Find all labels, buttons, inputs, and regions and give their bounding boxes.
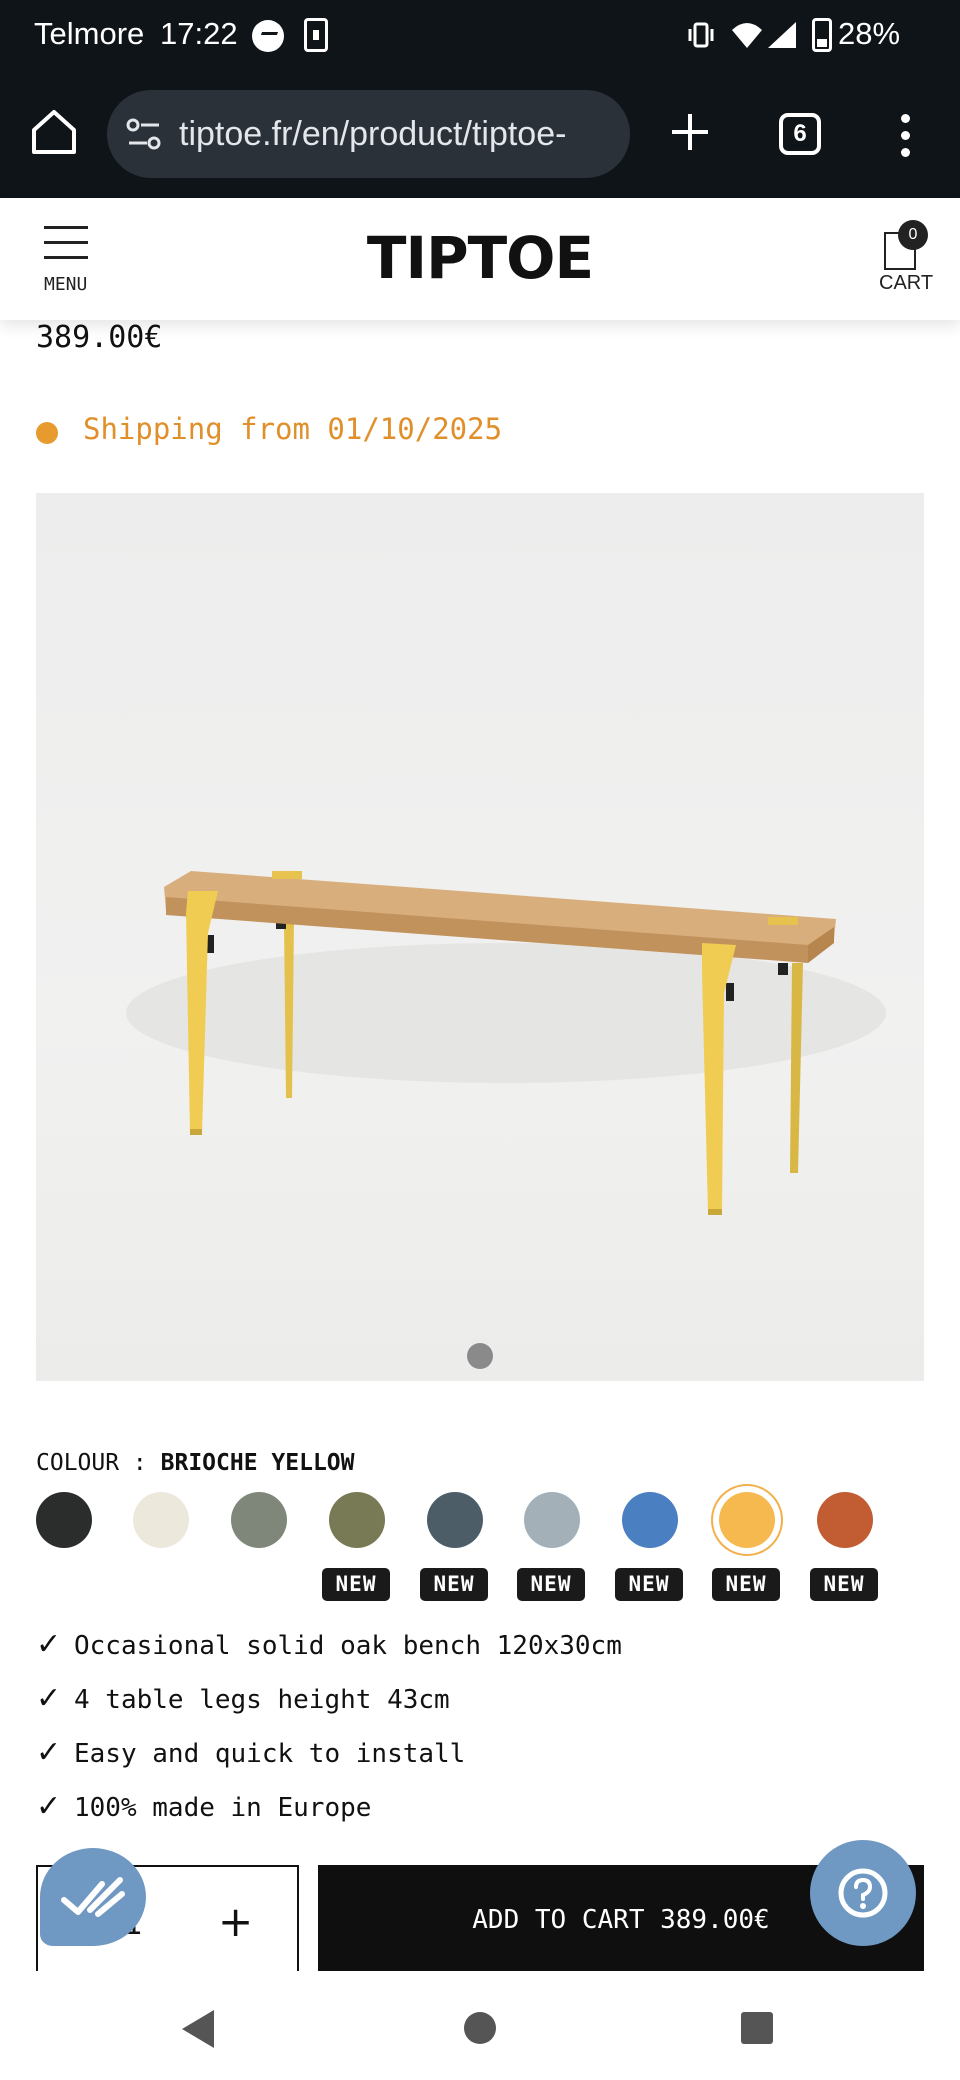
bench-illustration bbox=[126, 871, 886, 1215]
signal-icon bbox=[768, 22, 796, 48]
site-logo[interactable]: TIPTOE bbox=[0, 224, 960, 292]
feature-item: ✓ Occasional solid oak bench 120x30cm bbox=[36, 1627, 622, 1662]
messenger-icon bbox=[252, 20, 284, 52]
url-text: tiptoe.fr/en/product/tiptoe- bbox=[179, 115, 567, 153]
battery-icon bbox=[812, 18, 832, 52]
new-badge: NEW bbox=[810, 1568, 878, 1601]
check-icon: ✓ bbox=[36, 1735, 62, 1770]
recents-icon[interactable] bbox=[741, 2012, 773, 2044]
check-icon: ✓ bbox=[36, 1681, 62, 1716]
system-navigation-bar bbox=[0, 1971, 960, 2080]
cart-label: CART bbox=[879, 272, 934, 294]
more-options-icon[interactable] bbox=[896, 114, 914, 158]
feature-list: ✓ Occasional solid oak bench 120x30cm ✓ 4 … bbox=[36, 1627, 622, 1843]
browser-toolbar: tiptoe.fr/en/product/tiptoe- 6 bbox=[0, 72, 960, 198]
wifi-icon bbox=[732, 23, 762, 48]
colour-swatch-black[interactable] bbox=[36, 1492, 92, 1548]
battery-percent: 28% bbox=[838, 16, 901, 51]
feature-item: ✓ 4 table legs height 43cm bbox=[36, 1681, 450, 1716]
reviews-widget-button[interactable] bbox=[40, 1848, 146, 1946]
product-price: 389.00€ bbox=[36, 320, 163, 355]
new-badge: NEW bbox=[420, 1568, 488, 1601]
feature-item: ✓ 100% made in Europe bbox=[36, 1789, 372, 1824]
feature-item: ✓ Easy and quick to install bbox=[36, 1735, 466, 1770]
colour-swatch-slate[interactable] bbox=[427, 1492, 483, 1548]
double-check-icon bbox=[61, 1877, 125, 1917]
shipping-status-dot bbox=[36, 422, 58, 444]
colour-label: COLOUR : BRIOCHE YELLOW bbox=[36, 1450, 355, 1476]
new-badge: NEW bbox=[322, 1568, 390, 1601]
shipping-text: Shipping from 01/10/2025 bbox=[83, 412, 503, 446]
colour-swatch-cream[interactable] bbox=[133, 1492, 189, 1548]
new-badge: NEW bbox=[517, 1568, 585, 1601]
colour-swatch-blue[interactable] bbox=[622, 1492, 678, 1548]
back-icon[interactable] bbox=[182, 2010, 214, 2048]
cart-button[interactable]: 0 CART bbox=[878, 220, 938, 300]
carrier-name: Telmore bbox=[34, 16, 145, 51]
site-settings-icon[interactable] bbox=[125, 116, 163, 152]
download-icon bbox=[304, 18, 328, 52]
quantity-increase-button[interactable]: + bbox=[218, 1897, 253, 1946]
home-circle-icon[interactable] bbox=[464, 2012, 496, 2044]
check-icon: ✓ bbox=[36, 1627, 62, 1662]
status-time: 17:22 bbox=[160, 16, 238, 51]
colour-swatch-light-grey[interactable] bbox=[524, 1492, 580, 1548]
site-header: MENU TIPTOE 0 CART bbox=[0, 198, 960, 320]
colour-swatch-sage[interactable] bbox=[231, 1492, 287, 1548]
question-mark-icon bbox=[838, 1868, 888, 1918]
colour-swatch-olive[interactable] bbox=[329, 1492, 385, 1548]
colour-swatch-terracotta[interactable] bbox=[817, 1492, 873, 1548]
cart-count-badge: 0 bbox=[898, 220, 928, 250]
address-bar[interactable]: tiptoe.fr/en/product/tiptoe- bbox=[107, 90, 630, 178]
status-bar: Telmore 17:22 28% bbox=[0, 0, 960, 72]
carousel-dot-active[interactable] bbox=[467, 1343, 493, 1369]
new-badge: NEW bbox=[712, 1568, 780, 1601]
vibrate-icon bbox=[688, 22, 714, 48]
home-icon[interactable] bbox=[28, 106, 80, 158]
new-badge: NEW bbox=[615, 1568, 683, 1601]
selected-colour-name: BRIOCHE YELLOW bbox=[160, 1450, 355, 1476]
check-icon: ✓ bbox=[36, 1789, 62, 1824]
help-button[interactable] bbox=[810, 1840, 916, 1946]
tab-switcher-button[interactable]: 6 bbox=[779, 113, 821, 155]
product-image[interactable] bbox=[36, 493, 924, 1381]
colour-swatch-brioche-yellow[interactable] bbox=[719, 1492, 775, 1548]
new-tab-icon[interactable] bbox=[668, 110, 712, 154]
